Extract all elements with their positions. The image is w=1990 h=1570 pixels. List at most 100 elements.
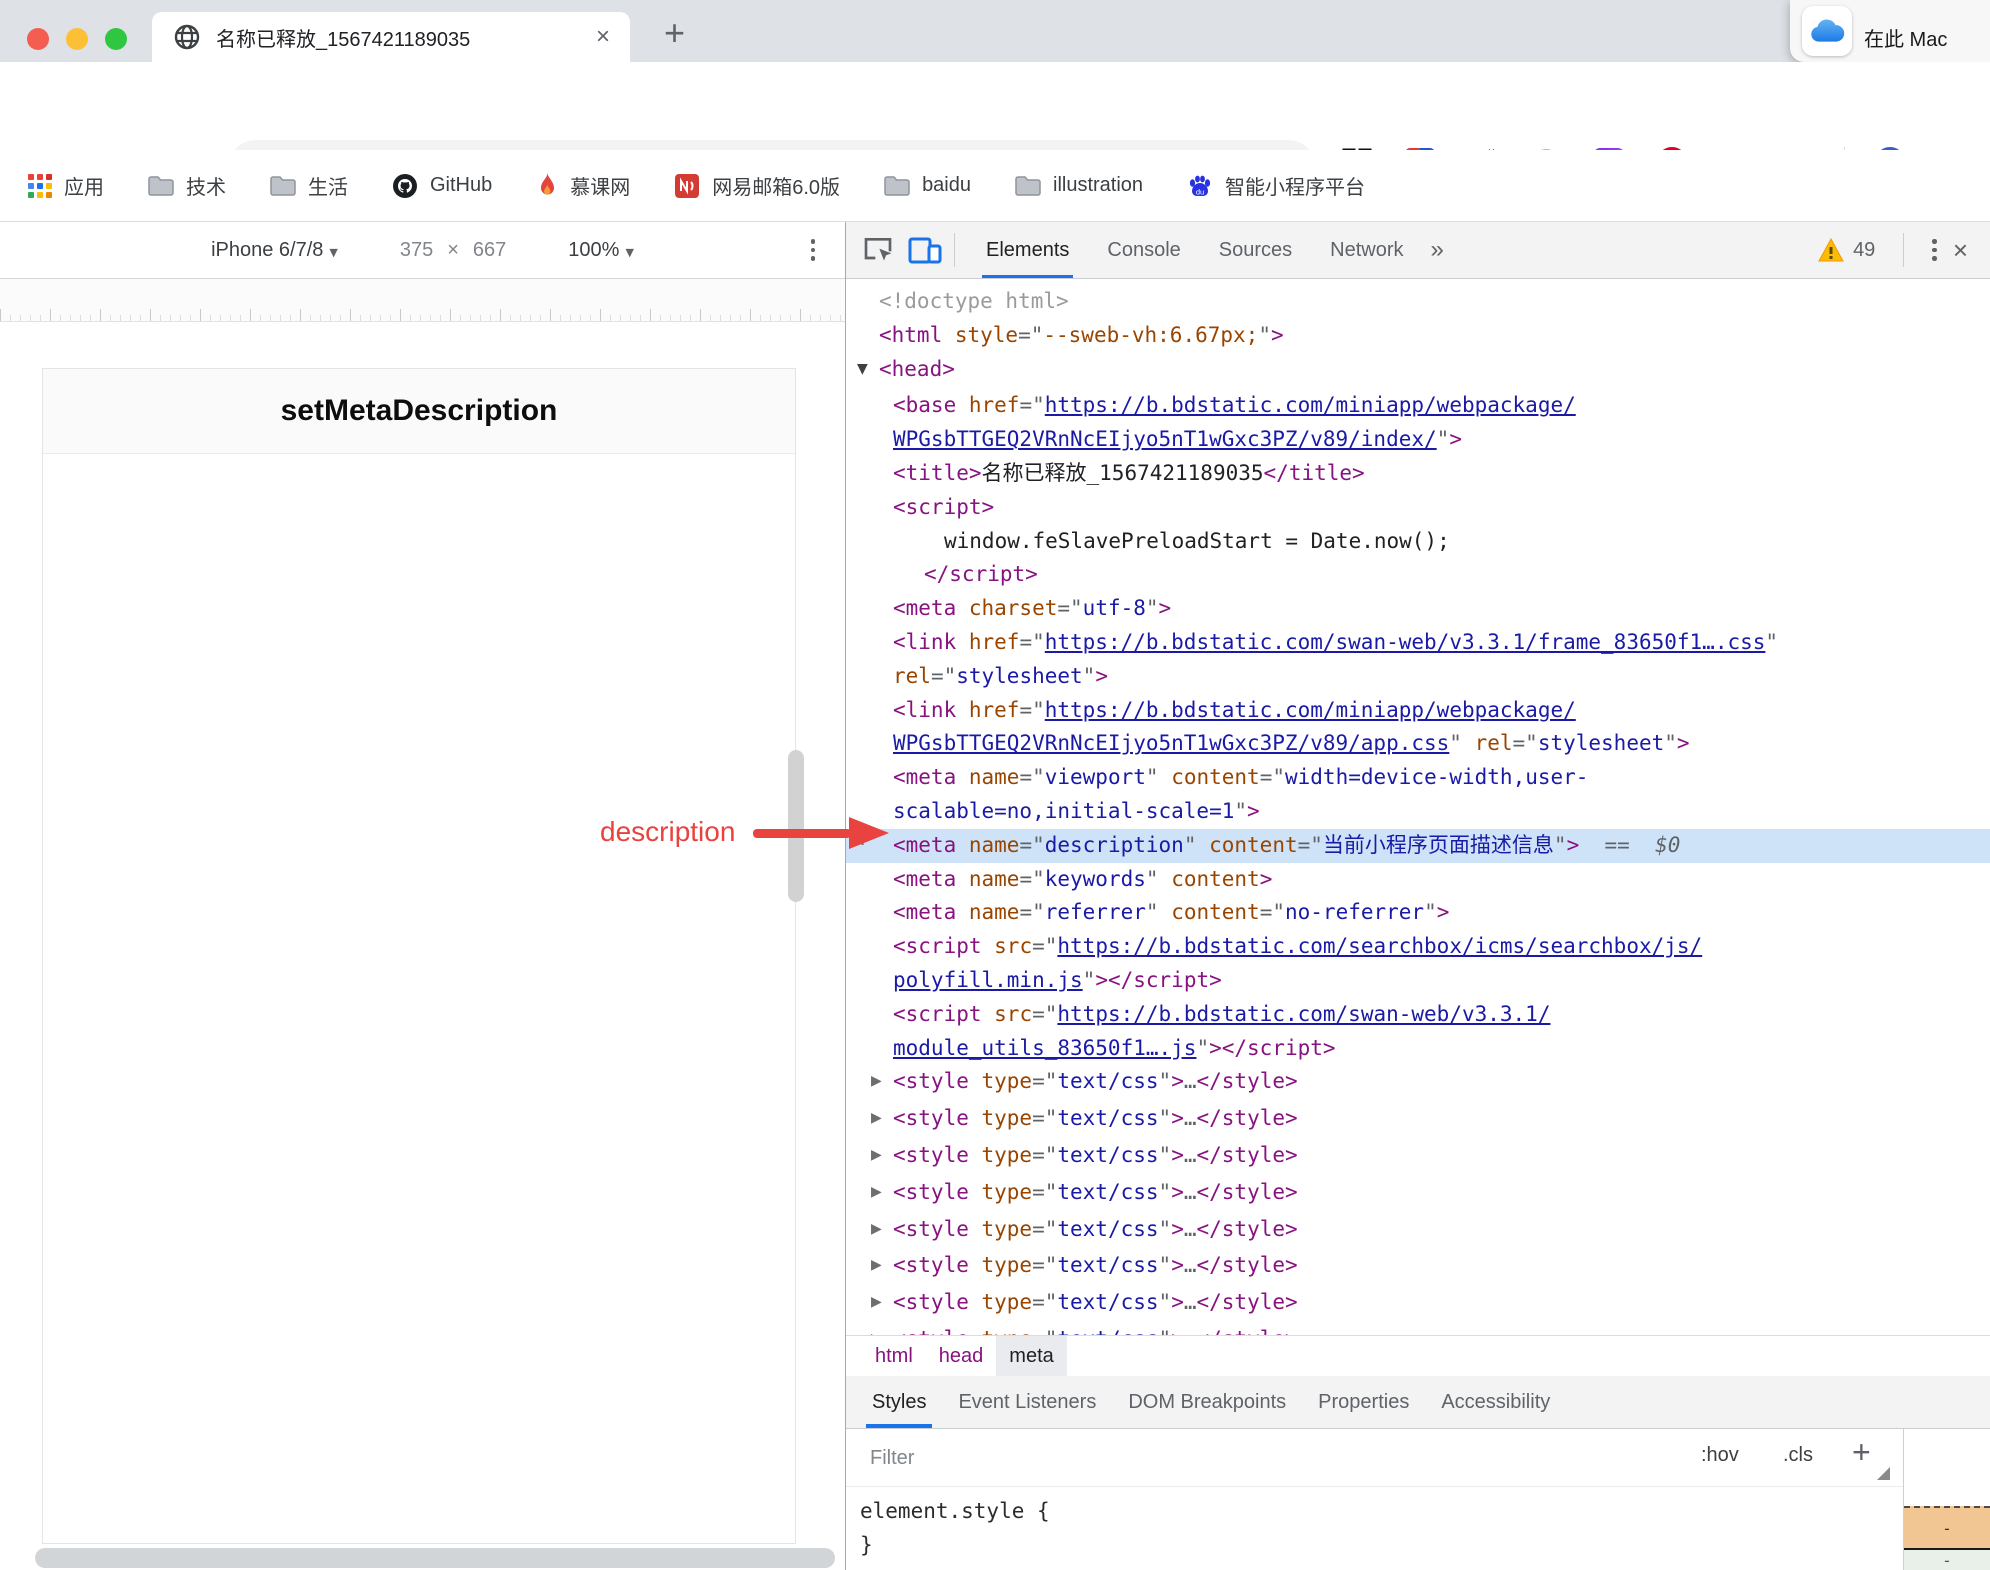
dom-tree-node[interactable]: <link href="https://b.bdstatic.com/swan-… xyxy=(846,626,1990,660)
tab-close-icon[interactable]: × xyxy=(596,25,610,49)
dom-tree-node[interactable]: <meta name="referrer" content="no-referr… xyxy=(846,896,1990,930)
device-toolbar-toggle-icon[interactable] xyxy=(908,235,942,265)
element-style-rule[interactable]: element.style { } xyxy=(846,1486,1917,1570)
breadcrumb-head[interactable]: head xyxy=(926,1336,997,1377)
bookmark-item[interactable]: du 智能小程序平台 xyxy=(1187,171,1365,200)
devtools-tabbar: Elements Console Sources Network » 49 × xyxy=(846,222,1990,279)
tab-network[interactable]: Network xyxy=(1320,222,1413,278)
bookmark-item[interactable]: 技术 xyxy=(148,171,226,200)
expand-arrow-icon[interactable]: ▶ xyxy=(871,1286,893,1320)
dom-tree-node[interactable]: scalable=no,initial-scale=1"> xyxy=(846,795,1990,829)
more-tabs-button[interactable]: » xyxy=(1431,236,1444,264)
dom-tree-node[interactable]: </script> xyxy=(846,558,1990,592)
dom-tree-node-selected[interactable]: …<meta name="description" content="当前小程序… xyxy=(846,829,1990,863)
vertical-scrollbar[interactable] xyxy=(788,750,804,902)
dom-tree-node[interactable]: ▶<style type="text/css">…</style> xyxy=(846,1065,1990,1102)
bookmark-item[interactable]: 网易邮箱6.0版 xyxy=(674,171,840,200)
dom-tree-node[interactable]: module_utils_83650f1….js"></script> xyxy=(846,1032,1990,1066)
dom-tree-node[interactable]: ▶<style type="text/css">…</style> xyxy=(846,1213,1990,1250)
paw-icon: du xyxy=(1187,173,1213,199)
device-select[interactable]: iPhone 6/7/8▼ xyxy=(211,239,338,262)
expand-arrow-icon[interactable]: ▶ xyxy=(871,1213,893,1247)
dom-tree-node[interactable]: <html style="--sweb-vh:6.67px;"> xyxy=(846,319,1990,353)
toggle-class-button[interactable]: .cls xyxy=(1783,1444,1813,1467)
dom-tree-node[interactable]: <script src="https://b.bdstatic.com/swan… xyxy=(846,998,1990,1032)
device-height-field[interactable]: 667 xyxy=(473,239,506,262)
expand-arrow-icon[interactable]: ▶ xyxy=(871,1065,893,1099)
bookmark-item[interactable]: GitHub xyxy=(392,173,492,199)
expand-arrow-icon[interactable]: ▶ xyxy=(871,1249,893,1283)
expand-arrow-icon[interactable]: ▶ xyxy=(871,1176,893,1210)
dom-tree-node[interactable]: <!doctype html> xyxy=(846,285,1990,319)
tab-dom-breakpoints[interactable]: DOM Breakpoints xyxy=(1112,1376,1302,1428)
device-toolbar-menu-icon[interactable] xyxy=(811,239,816,261)
dom-tree-node[interactable]: window.feSlavePreloadStart = Date.now(); xyxy=(846,525,1990,559)
dom-tree-node[interactable]: <script src="https://b.bdstatic.com/sear… xyxy=(846,930,1990,964)
toggle-hover-state-button[interactable]: :hov xyxy=(1701,1444,1739,1467)
bookmark-item[interactable]: baidu xyxy=(884,174,971,197)
elements-dom-tree[interactable]: <!doctype html><html style="--sweb-vh:6.… xyxy=(846,279,1990,1341)
dom-tree-node[interactable]: <link href="https://b.bdstatic.com/minia… xyxy=(846,694,1990,728)
warning-badge[interactable]: 49 xyxy=(1818,238,1875,262)
tab-sources[interactable]: Sources xyxy=(1209,222,1302,278)
bookmark-item[interactable]: 慕课网 xyxy=(536,171,630,200)
expand-arrow-icon[interactable]: ▶ xyxy=(871,1102,893,1136)
collapse-arrow-icon[interactable]: ▼ xyxy=(857,353,879,387)
bookmark-label: 智能小程序平台 xyxy=(1225,171,1365,200)
breadcrumb-html[interactable]: html xyxy=(862,1336,926,1377)
breadcrumb-meta[interactable]: meta xyxy=(996,1336,1066,1377)
box-model-border[interactable]: - xyxy=(1904,1550,1990,1570)
dom-tree-node[interactable]: <script> xyxy=(846,491,1990,525)
new-style-rule-button[interactable]: + xyxy=(1852,1434,1871,1471)
tab-elements[interactable]: Elements xyxy=(976,222,1079,278)
inspect-element-icon[interactable] xyxy=(862,234,894,266)
tab-styles[interactable]: Styles xyxy=(856,1376,942,1428)
dom-tree-node[interactable]: WPGsbTTGEQ2VRnNcEIjyo5nT1wGxc3PZ/v89/ind… xyxy=(846,423,1990,457)
resize-handle-icon[interactable] xyxy=(1877,1467,1890,1480)
devtools-close-icon[interactable]: × xyxy=(1953,235,1968,266)
dom-tree-node[interactable]: ▶<style type="text/css">…</style> xyxy=(846,1176,1990,1213)
page-card-header: setMetaDescription xyxy=(43,369,795,454)
dom-tree-node[interactable]: <base href="https://b.bdstatic.com/minia… xyxy=(846,389,1990,423)
tab-event-listeners[interactable]: Event Listeners xyxy=(942,1376,1112,1428)
devtools-menu-icon[interactable] xyxy=(1932,239,1937,261)
dom-tree-node[interactable]: polyfill.min.js"></script> xyxy=(846,964,1990,998)
dom-tree-node[interactable]: ▼<head> xyxy=(846,353,1990,390)
device-width-field[interactable]: 375 xyxy=(400,239,433,262)
horizontal-scrollbar[interactable] xyxy=(35,1548,835,1568)
new-tab-button[interactable]: + xyxy=(664,12,685,54)
dom-tree-node[interactable]: <title>名称已释放_1567421189035</title> xyxy=(846,457,1990,491)
window-close-button[interactable] xyxy=(27,28,49,50)
styles-filter-input[interactable] xyxy=(846,1429,1682,1488)
devtools-tabs: Elements Console Sources Network xyxy=(967,222,1423,278)
tab-accessibility[interactable]: Accessibility xyxy=(1425,1376,1566,1428)
bookmark-item[interactable]: 生活 xyxy=(270,171,348,200)
window-zoom-button[interactable] xyxy=(105,28,127,50)
box-model-margin[interactable]: - xyxy=(1904,1506,1990,1550)
dom-tree-node[interactable]: ▶<style type="text/css">…</style> xyxy=(846,1286,1990,1323)
dom-tree-node[interactable]: <meta charset="utf-8"> xyxy=(846,592,1990,626)
dom-tree-node[interactable]: <meta name="viewport" content="width=dev… xyxy=(846,761,1990,795)
dom-tree-node[interactable]: ▶<style type="text/css">…</style> xyxy=(846,1139,1990,1176)
macos-notification[interactable]: 在此 Mac xyxy=(1790,0,1990,62)
apps-grid-icon xyxy=(28,174,52,198)
bookmark-item[interactable]: illustration xyxy=(1015,174,1143,197)
window-minimize-button[interactable] xyxy=(66,28,88,50)
tab-properties[interactable]: Properties xyxy=(1302,1376,1425,1428)
bookmark-item[interactable]: 应用 xyxy=(28,171,104,200)
dom-tree-node[interactable]: ▶<style type="text/css">…</style> xyxy=(846,1102,1990,1139)
overflow-dots-icon[interactable]: … xyxy=(852,822,867,856)
notification-text: 在此 Mac xyxy=(1864,23,1947,52)
zoom-select[interactable]: 100%▼ xyxy=(568,239,634,262)
browser-tab[interactable]: 名称已释放_1567421189035 × xyxy=(152,12,630,62)
device-viewport: setMetaDescription xyxy=(0,322,845,1570)
expand-arrow-icon[interactable]: ▶ xyxy=(871,1139,893,1173)
dom-tree-node[interactable]: ▶<style type="text/css">…</style> xyxy=(846,1249,1990,1286)
dom-tree-node[interactable]: <meta name="keywords" content> xyxy=(846,863,1990,897)
dom-tree-node[interactable]: rel="stylesheet"> xyxy=(846,660,1990,694)
dom-tree-node[interactable]: WPGsbTTGEQ2VRnNcEIjyo5nT1wGxc3PZ/v89/app… xyxy=(846,727,1990,761)
folder-icon xyxy=(884,175,910,197)
tab-console[interactable]: Console xyxy=(1097,222,1190,278)
main-area: iPhone 6/7/8▼ 375 × 667 100%▼ setMetaDes… xyxy=(0,222,1990,1570)
devtools-panel: Elements Console Sources Network » 49 × <!d… xyxy=(845,222,1990,1570)
